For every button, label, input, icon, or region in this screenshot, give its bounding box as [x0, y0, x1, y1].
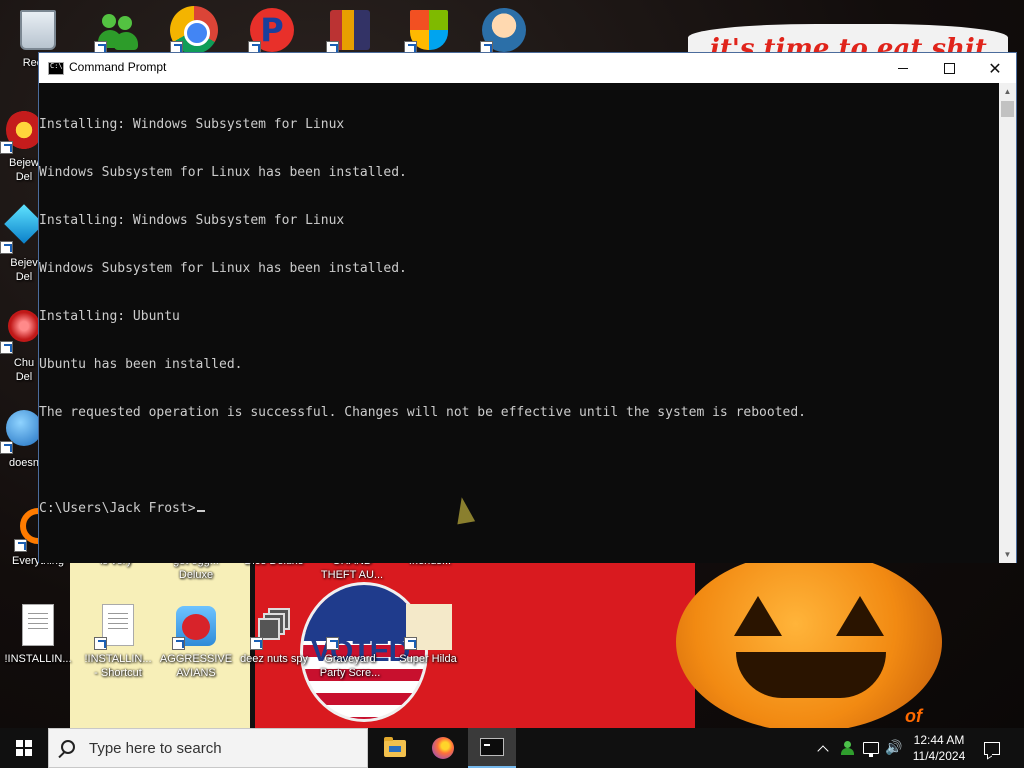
- command-prompt-window[interactable]: Command Prompt ✕ Installing: Windows Sub…: [38, 52, 1017, 563]
- folder-icon: [384, 736, 406, 757]
- console-line: Ubuntu has been installed.: [39, 357, 243, 372]
- angry-bird-icon: [172, 602, 220, 650]
- people-icon: [841, 741, 854, 755]
- start-button[interactable]: [0, 728, 48, 768]
- desktop-icon-super-hilda[interactable]: Super Hilda: [390, 602, 466, 666]
- shortcut-arrow-icon: [250, 637, 263, 650]
- taskbar: Type here to search 🔊 12:44 AM 11/4/2024: [0, 728, 1024, 768]
- books-icon: [326, 6, 374, 54]
- desktop-icon-label: Super Hilda: [399, 653, 457, 665]
- scroll-up-arrow-icon[interactable]: ▲: [999, 83, 1016, 100]
- chrome-icon: [170, 6, 218, 54]
- windows-logo-icon: [16, 740, 32, 756]
- shortcut-arrow-icon: [94, 637, 107, 650]
- pumpkin-image: [676, 552, 942, 728]
- desktop-icon-manga[interactable]: [466, 6, 542, 54]
- scrollbar-thumb[interactable]: [1001, 101, 1014, 117]
- window-title: Command Prompt: [69, 60, 167, 74]
- shortcut-arrow-icon: [0, 241, 13, 254]
- notification-center-button[interactable]: [978, 728, 1006, 768]
- console-line: The requested operation is successful. C…: [39, 405, 807, 420]
- desktop-icon-msn[interactable]: [80, 6, 156, 54]
- clock[interactable]: 12:44 AM 11/4/2024: [906, 728, 972, 768]
- search-icon: [61, 740, 75, 754]
- shortcut-arrow-icon: [0, 441, 13, 454]
- vertical-scrollbar[interactable]: ▲ ▼: [999, 83, 1016, 563]
- chevron-up-icon: [817, 744, 829, 757]
- cmd-icon: [480, 738, 504, 756]
- taskbar-firefox[interactable]: [419, 728, 467, 768]
- cmd-app-icon[interactable]: [48, 62, 64, 75]
- shortcut-arrow-icon: [326, 637, 339, 650]
- clock-time: 12:44 AM: [913, 733, 965, 747]
- tray-network[interactable]: [860, 728, 882, 768]
- desktop-icon-p-app[interactable]: P: [234, 6, 310, 54]
- p-app-icon: P: [248, 6, 296, 54]
- desktop-icon-installing-shortcut[interactable]: !INSTALLIN... - Shortcut: [80, 602, 156, 680]
- shortcut-arrow-icon: [14, 539, 27, 552]
- desktop-icon-chrome[interactable]: [156, 6, 232, 54]
- recycle-bin-icon: [14, 6, 62, 54]
- clock-date: 11/4/2024: [912, 749, 966, 763]
- dog-pixel-icon: [404, 602, 452, 650]
- text-document-icon: [94, 602, 142, 650]
- manga-character-icon: [480, 6, 528, 54]
- graveyard-party-icon: [326, 602, 374, 650]
- pumpkin-eye-right: [836, 596, 884, 636]
- scroll-down-arrow-icon[interactable]: ▼: [999, 546, 1016, 563]
- firefox-icon: [432, 737, 454, 759]
- taskbar-search-box[interactable]: Type here to search: [48, 728, 368, 768]
- close-button[interactable]: ✕: [972, 53, 1018, 83]
- wallpaper-corner-text: of: [905, 706, 922, 726]
- network-icon: [863, 742, 879, 757]
- volume-icon[interactable]: 🔊: [883, 728, 905, 768]
- desktop-icon-books[interactable]: [312, 6, 388, 54]
- shortcut-arrow-icon: [0, 141, 13, 154]
- taskbar-command-prompt[interactable]: [468, 728, 516, 768]
- desktop-icon-graveyard[interactable]: Graveyard Party Scre...: [312, 602, 388, 680]
- console-line: Installing: Windows Subsystem for Linux: [39, 213, 345, 228]
- console-output[interactable]: Installing: Windows Subsystem for Linux …: [39, 83, 1001, 563]
- window-titlebar[interactable]: Command Prompt ✕: [39, 53, 1016, 83]
- desktop-icon-label: AGGRESSIVE AVIANS: [159, 653, 233, 679]
- console-line: Installing: Ubuntu: [39, 309, 180, 324]
- desktop-icon-label: !INSTALLIN...: [4, 653, 72, 665]
- desktop-icon-installing-txt[interactable]: !INSTALLIN...: [0, 602, 76, 666]
- desktop-icon-label: deez nuts spy: [240, 653, 308, 665]
- desktop-icon-windows-shield[interactable]: [390, 6, 466, 54]
- desktop-icon-label: Graveyard Party Scre...: [319, 653, 381, 679]
- shortcut-arrow-icon: [404, 637, 417, 650]
- desktop-icon-aggressive-avians[interactable]: AGGRESSIVE AVIANS: [158, 602, 234, 680]
- console-line: Windows Subsystem for Linux has been ins…: [39, 261, 407, 276]
- console-prompt: C:\Users\Jack Frost>: [39, 501, 196, 516]
- desktop-icon-deez-nuts[interactable]: deez nuts spy: [236, 602, 312, 666]
- console-prompt-line[interactable]: C:\Users\Jack Frost>: [39, 501, 1001, 517]
- microsoft-shield-icon: [404, 6, 452, 54]
- show-hidden-icons-button[interactable]: [812, 728, 834, 768]
- tray-people[interactable]: [836, 728, 858, 768]
- text-cursor: [196, 510, 205, 512]
- shortcut-arrow-icon: [0, 341, 13, 354]
- stacked-windows-icon: [250, 602, 298, 650]
- minimize-button[interactable]: [880, 53, 926, 83]
- pumpkin-eye-left: [734, 596, 782, 636]
- console-line: Windows Subsystem for Linux has been ins…: [39, 165, 407, 180]
- console-line: Installing: Windows Subsystem for Linux: [39, 117, 345, 132]
- notification-icon: [984, 741, 1000, 755]
- shortcut-arrow-icon: [172, 637, 185, 650]
- taskbar-file-explorer[interactable]: [371, 728, 419, 768]
- maximize-button[interactable]: [926, 53, 972, 83]
- msn-messenger-icon: [94, 6, 142, 54]
- search-placeholder: Type here to search: [89, 740, 222, 757]
- text-document-icon: [14, 602, 62, 650]
- desktop-icon-label: !INSTALLIN... - Shortcut: [84, 653, 152, 679]
- pumpkin-mouth: [736, 652, 886, 698]
